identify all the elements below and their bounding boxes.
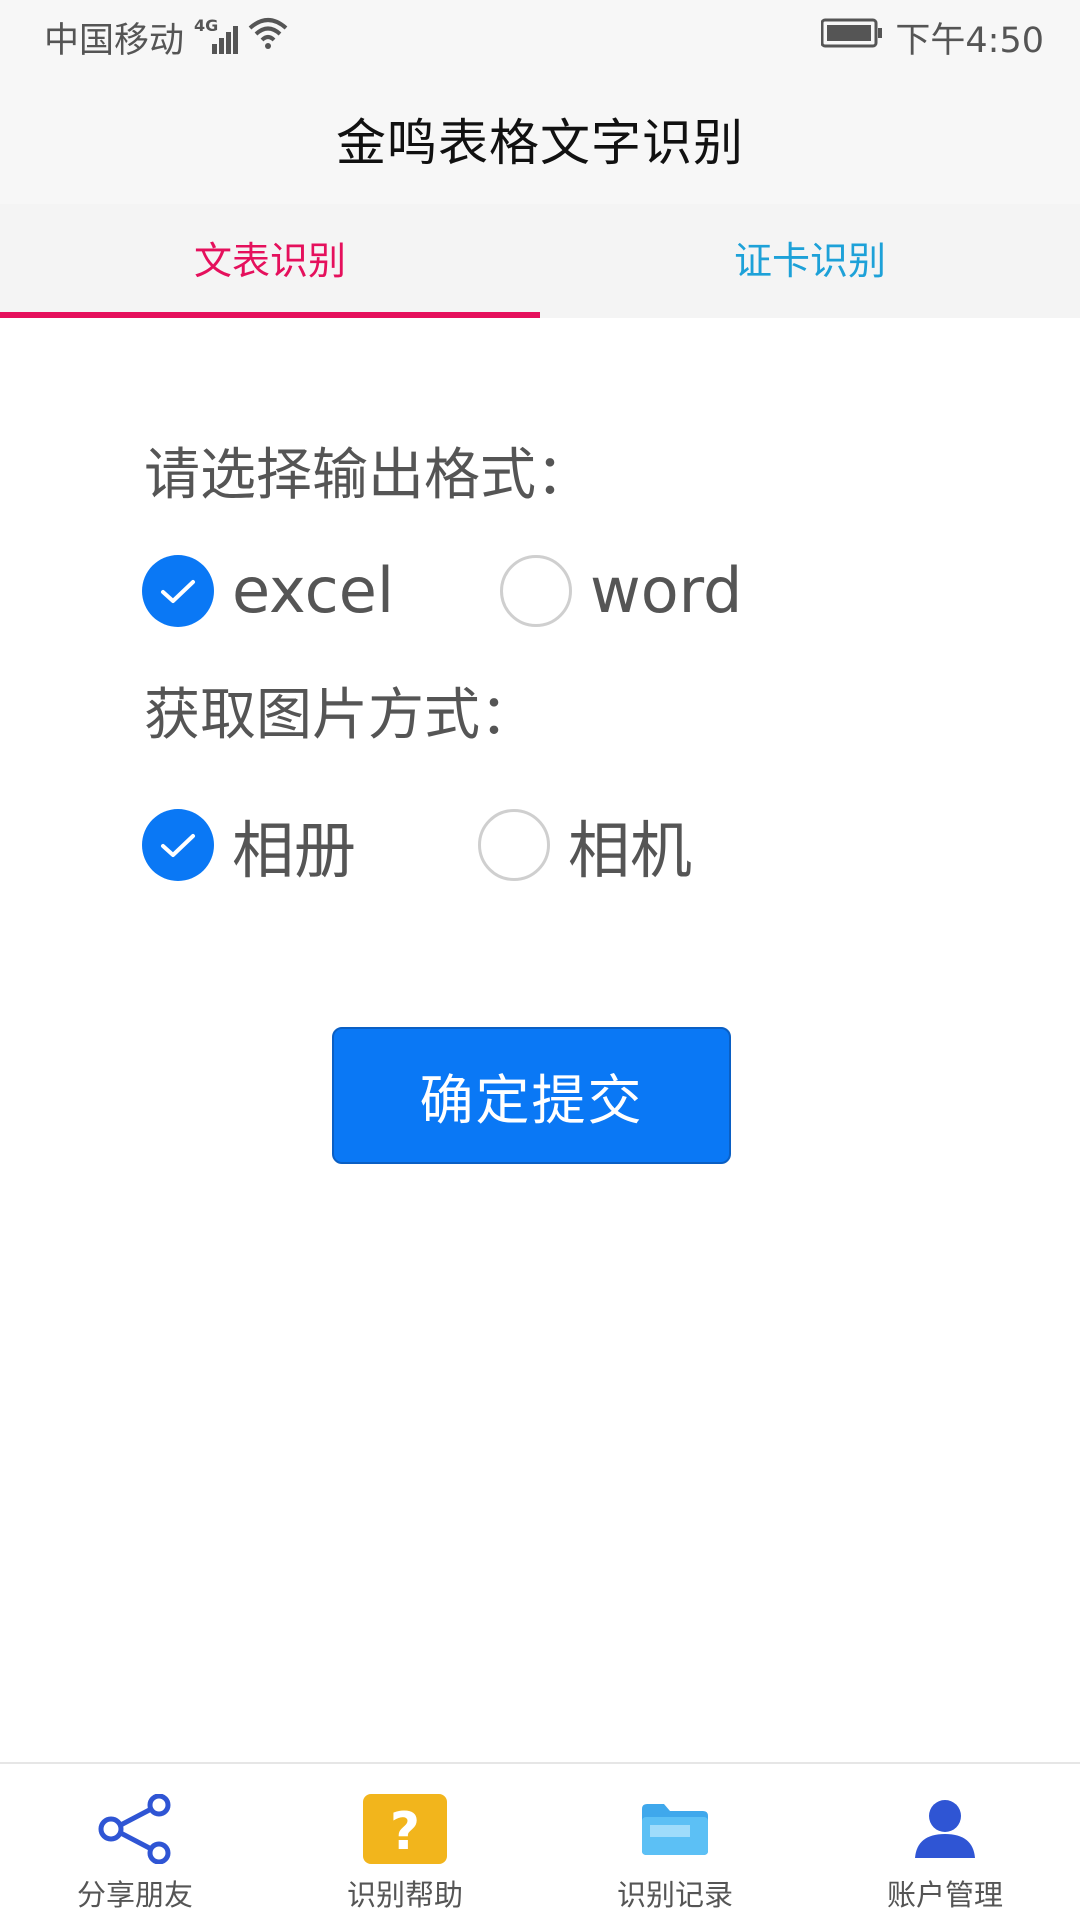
tab-card-recognition[interactable]: 证卡识别	[540, 204, 1080, 318]
tab-active-indicator	[0, 312, 540, 318]
nav-label: 分享朋友	[76, 1878, 193, 1912]
app-bar: 金鸣表格文字识别	[0, 74, 1080, 204]
tab-label: 文表识别	[193, 238, 346, 283]
unchecked-radio-icon[interactable]	[500, 554, 572, 627]
share-icon	[92, 1792, 178, 1866]
unchecked-radio-icon[interactable]	[478, 809, 550, 881]
status-right: 下午4:50	[820, 12, 1044, 63]
nav-label: 识别记录	[616, 1878, 733, 1912]
tab-document-recognition[interactable]: 文表识别	[0, 204, 540, 318]
output-format-label: 请选择输出格式：	[144, 443, 592, 508]
option-camera[interactable]: 相机	[478, 800, 692, 890]
clock: 下午4:50	[895, 20, 1044, 61]
user-icon	[902, 1792, 988, 1866]
option-album[interactable]: 相册	[142, 800, 356, 890]
status-left: 中国移动 4G	[44, 12, 288, 63]
option-word[interactable]: word	[500, 554, 742, 627]
option-label: excel	[232, 554, 395, 627]
carrier-name: 中国移动	[44, 20, 185, 61]
option-label: 相册	[232, 814, 357, 887]
option-label: word	[590, 554, 743, 627]
tab-bar: 文表识别 证卡识别	[0, 204, 1080, 318]
svg-text:?: ?	[390, 1802, 420, 1862]
checked-radio-icon[interactable]	[142, 809, 214, 881]
battery-icon	[820, 17, 883, 57]
option-label: 相机	[568, 814, 693, 887]
bottom-nav: 分享朋友 ? 识别帮助 识别记录 账户管理	[0, 1762, 1080, 1920]
nav-recognition-help[interactable]: ? 识别帮助	[270, 1764, 540, 1920]
nav-recognition-records[interactable]: 识别记录	[540, 1764, 810, 1920]
image-source-label: 获取图片方式：	[144, 683, 536, 748]
app-title: 金鸣表格文字识别	[336, 114, 744, 172]
nav-label: 账户管理	[886, 1878, 1003, 1912]
nav-account-management[interactable]: 账户管理	[810, 1764, 1080, 1920]
status-bar: 中国移动 4G 下午4:50	[0, 0, 1080, 74]
wifi-icon	[248, 16, 288, 59]
option-excel[interactable]: excel	[142, 554, 394, 627]
nav-share-friends[interactable]: 分享朋友	[0, 1764, 270, 1920]
network-type: 4G	[194, 16, 219, 35]
signal-icon: 4G	[194, 16, 239, 54]
nav-label: 识别帮助	[346, 1878, 463, 1912]
folder-icon	[632, 1792, 718, 1866]
tab-label: 证卡识别	[733, 238, 886, 283]
submit-button[interactable]: 确定提交	[332, 1027, 731, 1164]
checked-radio-icon[interactable]	[142, 554, 214, 627]
help-icon: ?	[362, 1792, 448, 1866]
